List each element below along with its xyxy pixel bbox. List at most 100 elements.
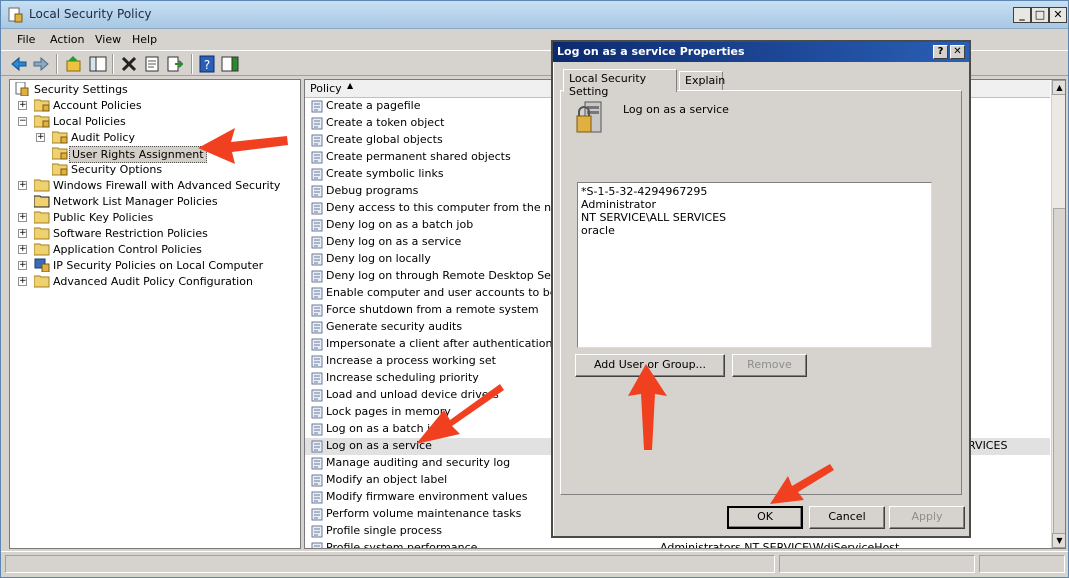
up-level-icon[interactable]: [64, 54, 84, 74]
minimize-button[interactable]: _: [1013, 7, 1031, 23]
svg-text:?: ?: [204, 58, 210, 72]
member-item[interactable]: oracle: [581, 224, 615, 237]
collapse-icon[interactable]: −: [18, 117, 27, 126]
tree-item-label: Application Control Policies: [53, 243, 202, 256]
dialog-close-button[interactable]: ✕: [950, 45, 965, 59]
close-button[interactable]: ✕: [1049, 7, 1067, 23]
policy-icon: [311, 168, 323, 181]
logon-as-service-properties-dialog: Log on as a service Properties ? ✕ Local…: [551, 40, 971, 538]
folder-icon: [34, 227, 50, 240]
window-titlebar[interactable]: Local Security Policy _ □ ✕: [1, 1, 1068, 29]
policy-icon: [311, 423, 323, 436]
show-action-pane-icon[interactable]: [220, 54, 240, 74]
policy-icon: [311, 219, 323, 232]
menu-action[interactable]: Action: [50, 33, 84, 46]
expand-icon[interactable]: +: [18, 181, 27, 190]
member-item[interactable]: NT SERVICE\ALL SERVICES: [581, 211, 726, 224]
ip-security-icon: [34, 258, 50, 272]
vertical-scrollbar[interactable]: ▲ ▼: [1051, 80, 1065, 548]
policy-row-label: Generate security audits: [326, 320, 463, 333]
policy-icon: [576, 101, 602, 133]
toolbar-separator: [112, 54, 114, 74]
tab-local-security-setting[interactable]: Local Security Setting: [563, 69, 677, 98]
folder-lock-icon: [52, 131, 68, 144]
properties-icon[interactable]: [142, 54, 162, 74]
policy-row-label: Impersonate a client after authenticatio…: [326, 337, 553, 350]
show-hide-tree-icon[interactable]: [88, 54, 108, 74]
tree-item-label: User Rights Assignment: [69, 146, 207, 163]
policy-icon: [311, 202, 323, 215]
maximize-button[interactable]: □: [1031, 7, 1049, 23]
policy-row[interactable]: Profile system performance Administrators…: [305, 540, 1050, 549]
scroll-thumb[interactable]: [1053, 208, 1065, 538]
apply-button[interactable]: Apply: [889, 506, 965, 529]
policy-row-label: Create symbolic links: [326, 167, 444, 180]
policy-icon: [311, 389, 323, 402]
policy-icon: [311, 338, 323, 351]
expand-icon[interactable]: +: [36, 133, 45, 142]
menu-help[interactable]: Help: [132, 33, 157, 46]
policy-row-label: Deny log on through Remote Desktop Servi…: [326, 269, 584, 282]
expand-icon[interactable]: +: [18, 213, 27, 222]
ok-button[interactable]: OK: [727, 506, 803, 529]
policy-row-label: Deny log on locally: [326, 252, 431, 265]
dialog-titlebar[interactable]: Log on as a service Properties ? ✕: [553, 42, 969, 62]
policy-row-label: Profile system performance: [326, 541, 478, 549]
tree-root-label: Security Settings: [34, 83, 128, 96]
policy-icon: [311, 406, 323, 419]
policy-icon: [311, 185, 323, 198]
dialog-title: Log on as a service Properties: [557, 45, 745, 58]
policy-row-label: Manage auditing and security log: [326, 456, 511, 469]
cancel-button[interactable]: Cancel: [809, 506, 885, 529]
policy-row-label: Modify an object label: [326, 473, 448, 486]
toolbar-separator: [56, 54, 58, 74]
policy-icon: [311, 304, 323, 317]
status-bar: [1, 551, 1068, 577]
expand-icon[interactable]: +: [18, 245, 27, 254]
expand-icon[interactable]: +: [18, 101, 27, 110]
tree-item-label: Network List Manager Policies: [53, 195, 218, 208]
member-item[interactable]: Administrator: [581, 198, 656, 211]
policy-icon: [311, 525, 323, 538]
policy-icon: [311, 270, 323, 283]
folder-icon: [34, 195, 50, 208]
toolbar-separator: [191, 54, 193, 74]
policy-icon: [311, 236, 323, 249]
security-settings-icon: [15, 82, 29, 96]
security-policy-icon: [8, 7, 23, 23]
tree-item-label: Software Restriction Policies: [53, 227, 208, 240]
menu-view[interactable]: View: [95, 33, 121, 46]
back-icon[interactable]: [9, 54, 29, 74]
help-icon[interactable]: ?: [197, 54, 217, 74]
dialog-help-button[interactable]: ?: [933, 45, 948, 59]
delete-icon[interactable]: [119, 54, 139, 74]
policy-icon: [311, 287, 323, 300]
folder-lock-icon: [52, 147, 68, 160]
folder-icon: [34, 211, 50, 224]
policy-icon: [311, 372, 323, 385]
policy-icon: [311, 355, 323, 368]
status-panel: [779, 555, 975, 573]
scroll-down-icon[interactable]: ▼: [1052, 533, 1065, 548]
member-item[interactable]: *S-1-5-32-4294967295: [581, 185, 707, 198]
scroll-up-icon[interactable]: ▲: [1052, 80, 1065, 95]
expand-icon[interactable]: +: [18, 261, 27, 270]
policy-row-label: Create a token object: [326, 116, 445, 129]
policy-icon: [311, 117, 323, 130]
annotation-arrow-tree: [198, 128, 288, 164]
folder-icon: [34, 275, 50, 288]
menu-file[interactable]: File: [17, 33, 35, 46]
export-list-icon[interactable]: [165, 54, 185, 74]
expand-icon[interactable]: +: [18, 277, 27, 286]
members-listbox[interactable]: *S-1-5-32-4294967295 Administrator NT SE…: [577, 182, 932, 348]
annotation-arrow-list: [416, 384, 504, 444]
forward-icon[interactable]: [31, 54, 51, 74]
remove-button[interactable]: Remove: [732, 354, 807, 377]
tab-explain[interactable]: Explain: [679, 71, 725, 91]
policy-row-label: Debug programs: [326, 184, 419, 197]
column-header-policy[interactable]: Policy: [310, 82, 342, 95]
expand-icon[interactable]: +: [18, 229, 27, 238]
tree-item-label: IP Security Policies on Local Computer: [53, 259, 264, 272]
folder-lock-icon: [34, 99, 50, 112]
policy-row-label: Modify firmware environment values: [326, 490, 528, 503]
